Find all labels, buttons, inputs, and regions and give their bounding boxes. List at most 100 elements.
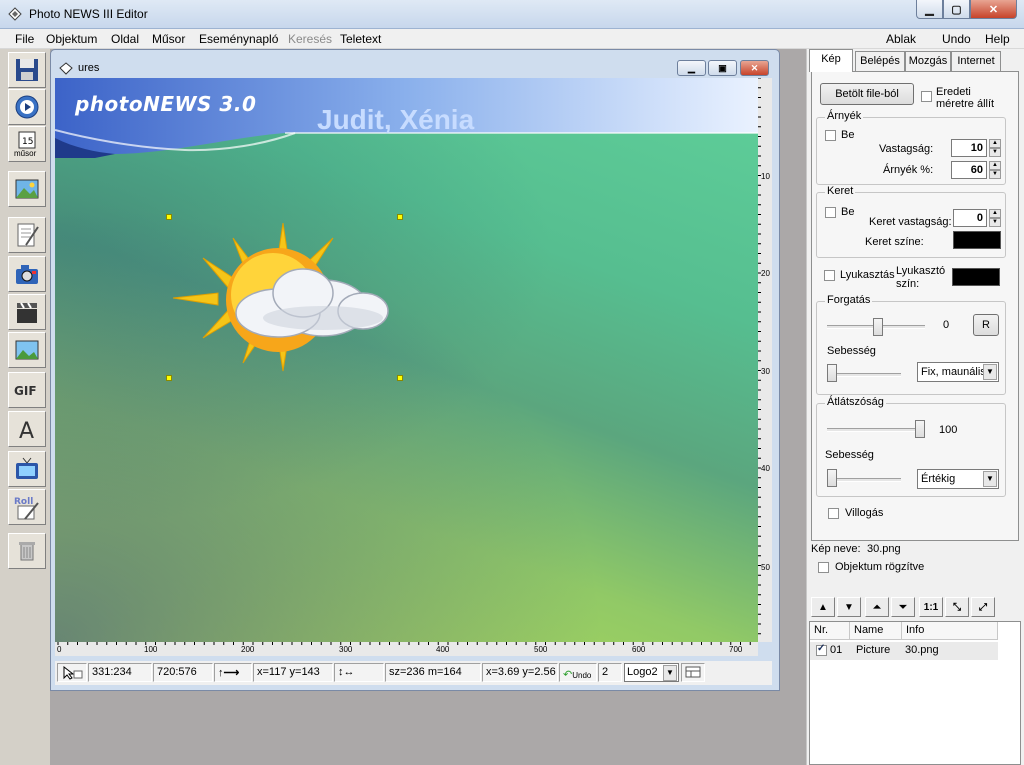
ruler-label: 50 bbox=[761, 563, 770, 572]
blink-checkbox[interactable] bbox=[828, 508, 839, 519]
notepad-icon bbox=[17, 223, 39, 247]
cursor-icon bbox=[63, 665, 83, 680]
grid-toggle-button[interactable] bbox=[681, 663, 705, 682]
picture-icon bbox=[15, 179, 39, 199]
landscape-tool-button[interactable] bbox=[8, 332, 46, 368]
sun-cloud-picture[interactable] bbox=[173, 223, 393, 373]
frame-thickness-input[interactable]: 0 bbox=[953, 209, 987, 227]
camera-tool-button[interactable] bbox=[8, 256, 46, 292]
menu-help[interactable]: Help bbox=[985, 32, 1010, 46]
punch-color-swatch[interactable] bbox=[952, 268, 1000, 286]
frame-thickness-spinner[interactable]: ▲ ▼ bbox=[989, 209, 1001, 227]
shadow-on-checkbox[interactable] bbox=[825, 130, 836, 141]
selection-handle[interactable] bbox=[397, 375, 403, 381]
tab-internet[interactable]: Internet bbox=[951, 51, 1001, 71]
expand-button[interactable]: ⤡ bbox=[945, 597, 969, 617]
background-shading bbox=[55, 78, 758, 642]
undo-icon: ↶ bbox=[563, 669, 573, 681]
frame-on-checkbox[interactable] bbox=[825, 207, 836, 218]
ruler-label: 20 bbox=[761, 269, 770, 278]
frame-color-swatch[interactable] bbox=[953, 231, 1001, 249]
shrink-button[interactable]: ⤢ bbox=[971, 597, 995, 617]
tv-tool-button[interactable] bbox=[8, 451, 46, 487]
menu-oldal[interactable]: Oldal bbox=[111, 32, 139, 46]
rotation-reset-button[interactable]: R bbox=[973, 314, 999, 336]
tab-mozgas[interactable]: Mozgás bbox=[905, 51, 951, 71]
menu-file[interactable]: File bbox=[15, 32, 34, 46]
rotation-speed-select[interactable]: Fix, maunális ▼ bbox=[917, 362, 999, 382]
tab-belepes[interactable]: Belépés bbox=[855, 51, 905, 71]
doc-close-button[interactable]: ✕ bbox=[740, 60, 769, 76]
selection-handle[interactable] bbox=[397, 214, 403, 220]
shadow-thickness-spinner[interactable]: ▲ ▼ bbox=[989, 139, 1001, 157]
opacity-slider-thumb[interactable] bbox=[915, 420, 925, 438]
layer-select[interactable]: Logo2 ▼ bbox=[624, 663, 679, 682]
blink-label: Villogás bbox=[845, 507, 884, 519]
minimize-button[interactable]: ▁ bbox=[916, 0, 943, 19]
menu-kereses[interactable]: Keresés bbox=[288, 32, 332, 46]
move-down-button[interactable]: ▼ bbox=[837, 597, 861, 617]
menu-undo[interactable]: Undo bbox=[942, 32, 971, 46]
punch-checkbox[interactable] bbox=[824, 270, 835, 281]
original-size-checkbox[interactable] bbox=[921, 91, 932, 102]
load-file-button[interactable]: Betölt file-ból bbox=[820, 83, 914, 105]
menu-esemenynaplo[interactable]: Eseménynapló bbox=[199, 32, 278, 46]
clapper-icon bbox=[17, 302, 37, 323]
play-tool-button[interactable] bbox=[8, 89, 46, 125]
shadow-percent-input[interactable]: 60 bbox=[951, 161, 987, 179]
notepad-tool-button[interactable] bbox=[8, 217, 46, 253]
menu-musor[interactable]: Műsor bbox=[152, 32, 185, 46]
column-header-name[interactable]: Name bbox=[850, 622, 902, 640]
selection-handle[interactable] bbox=[166, 375, 172, 381]
doc-maximize-button[interactable]: ▣ bbox=[708, 60, 737, 76]
shadow-percent-spinner[interactable]: ▲ ▼ bbox=[989, 161, 1001, 179]
rotation-speed-thumb[interactable] bbox=[827, 364, 837, 382]
list-item-name: Picture bbox=[856, 644, 891, 656]
picture-tool-button[interactable] bbox=[8, 171, 46, 207]
move-top-button[interactable]: ⏶ bbox=[865, 597, 889, 617]
move-up-button[interactable]: ▲ bbox=[811, 597, 835, 617]
object-locked-checkbox[interactable] bbox=[818, 562, 829, 573]
tab-kep[interactable]: Kép bbox=[809, 49, 853, 72]
opacity-legend: Átlátszóság bbox=[825, 396, 886, 408]
clapper-tool-button[interactable] bbox=[8, 294, 46, 330]
opacity-speed-select[interactable]: Értékig ▼ bbox=[917, 469, 999, 489]
doc-minimize-button[interactable]: ▁ bbox=[677, 60, 706, 76]
shadow-thickness-input[interactable]: 10 bbox=[951, 139, 987, 157]
list-item-info: 30.png bbox=[905, 644, 939, 656]
document-title: ures bbox=[78, 62, 100, 74]
move-bottom-button[interactable]: ⏷ bbox=[891, 597, 915, 617]
menu-objektum[interactable]: Objektum bbox=[46, 32, 97, 46]
cursor-tool-button[interactable] bbox=[57, 663, 87, 682]
menu-teletext[interactable]: Teletext bbox=[340, 32, 381, 46]
program-tool-button[interactable]: 15 műsor bbox=[8, 126, 46, 162]
list-item[interactable]: 01 Picture 30.png bbox=[810, 642, 998, 660]
close-button[interactable]: ✕ bbox=[970, 0, 1017, 19]
trash-tool-button[interactable] bbox=[8, 533, 46, 569]
layer-order-bar: ▲ ▼ ⏶ ⏷ 1:1 ⤡ ⤢ bbox=[809, 595, 1021, 619]
undo-button[interactable]: ↶Undo bbox=[559, 663, 597, 682]
menu-ablak[interactable]: Ablak bbox=[886, 32, 916, 46]
text-tool-button[interactable]: A bbox=[8, 411, 46, 447]
maximize-button[interactable]: ▢ bbox=[943, 0, 970, 19]
zoom-1-1-button[interactable]: 1:1 bbox=[919, 597, 943, 617]
close-icon: ✕ bbox=[750, 62, 759, 73]
roll-tool-button[interactable]: Roll bbox=[8, 489, 46, 525]
column-header-nr[interactable]: Nr. bbox=[810, 622, 850, 640]
page-canvas[interactable]: photoNEWS 3.0 Judit, Xénia bbox=[55, 78, 758, 642]
save-tool-button[interactable] bbox=[8, 52, 46, 88]
list-item-nr: 01 bbox=[830, 644, 843, 656]
horizontal-ruler-ticks bbox=[57, 642, 751, 645]
list-item-checkbox[interactable] bbox=[816, 643, 827, 656]
rotation-slider-thumb[interactable] bbox=[873, 318, 883, 336]
minimize-icon: ▁ bbox=[688, 62, 695, 73]
layer-select-value: Logo2 bbox=[627, 666, 658, 678]
gif-tool-button[interactable]: GIF bbox=[8, 372, 46, 408]
column-header-info[interactable]: Info bbox=[902, 622, 998, 640]
window-title: Photo NEWS III Editor bbox=[29, 7, 148, 21]
rotation-speed-track bbox=[827, 373, 901, 377]
selection-handle[interactable] bbox=[166, 214, 172, 220]
opacity-speed-thumb[interactable] bbox=[827, 469, 837, 487]
ruler-label: 700 bbox=[729, 645, 743, 654]
punch-color-label: Lyukasztó szín: bbox=[896, 265, 946, 290]
